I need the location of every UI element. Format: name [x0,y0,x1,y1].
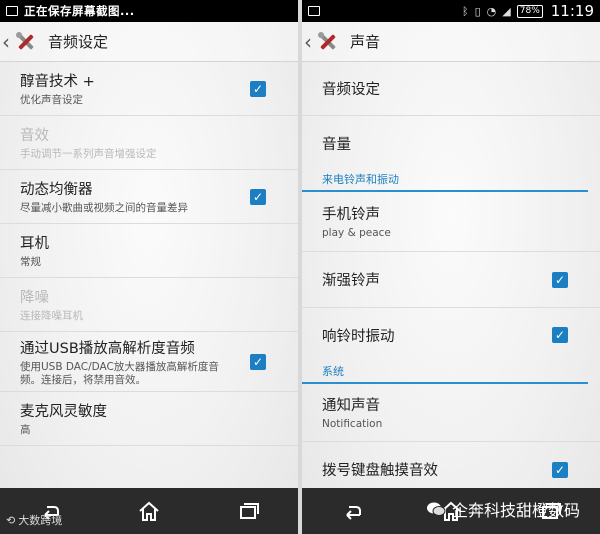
bluetooth-icon: ᛒ [462,4,469,18]
status-bar: 正在保存屏幕截图... [0,0,298,22]
screenshot-icon [6,6,18,16]
item-subtitle: 使用USB DAC/DAC放大器播放高解析度音频。连接后，将禁用音效。 [20,360,219,386]
back-icon [345,506,361,520]
settings-tools-icon[interactable] [14,30,38,54]
item-title: 动态均衡器 [20,182,93,198]
watermark-logo-icon: ⟲ [6,513,16,527]
item-subtitle: Notification [322,418,383,430]
left-screen: 正在保存屏幕截图... ‹ 音频设定 醇音技术 + 优化声音设定 ✓ 音效 手动… [0,0,298,534]
checkbox-checked[interactable]: ✓ [250,188,266,205]
list-item[interactable]: 通过USB播放高解析度音频 使用USB DAC/DAC放大器播放高解析度音频。连… [0,332,298,392]
checkbox-checked[interactable]: ✓ [250,353,266,370]
status-icons: ᛒ ▯ ◔ ◢ 78% 11:19 [462,2,594,20]
wechat-icon [426,502,446,516]
item-title: 耳机 [20,236,49,252]
clock: 11:19 [550,2,594,20]
up-chevron-icon[interactable]: ‹ [304,30,316,54]
list-item[interactable]: 响铃时振动 ✓ [302,308,600,362]
list-item[interactable]: 通知声音 Notification [302,384,600,442]
watermark-text: 大数跨境 [18,514,63,527]
checkbox-checked[interactable]: ✓ [552,271,568,288]
section-header: 系统 [302,362,588,384]
checkbox-checked[interactable]: ✓ [552,327,568,343]
item-title: 手机铃声 [322,207,380,223]
item-subtitle: 高 [20,424,31,436]
list-item[interactable]: 醇音技术 + 优化声音设定 ✓ [0,62,298,116]
screenshot-icon [308,6,320,16]
item-title: 通过USB播放高解析度音频 [20,340,195,357]
item-subtitle: 连接降噪耳机 [20,310,83,322]
checkbox-checked[interactable]: ✓ [250,80,266,97]
item-title: 响铃时振动 [322,328,395,345]
item-subtitle: 尽量减小歌曲或视频之间的音量差异 [20,202,188,214]
item-title: 拨号键盘触摸音效 [322,463,438,479]
list-item[interactable]: 麦克风灵敏度 高 [0,392,298,446]
wifi-icon: ◔ [486,4,497,18]
recent-apps-icon [240,503,260,519]
status-bar: ᛒ ▯ ◔ ◢ 78% 11:19 [302,0,600,22]
settings-list: 音频设定 音量 来电铃声和振动 手机铃声 play & peace 渐强铃声 ✓… [302,62,600,498]
item-title: 音效 [20,128,49,144]
checkbox-checked[interactable]: ✓ [552,461,568,478]
up-chevron-icon[interactable]: ‹ [2,30,14,54]
right-screen: ᛒ ▯ ◔ ◢ 78% 11:19 ‹ 声音 音频设定 音量 来电铃声和振动 手… [302,0,600,534]
list-item[interactable]: 音量 [302,116,600,170]
signal-icon: ◢ [502,4,511,18]
list-item: 降噪 连接降噪耳机 [0,278,298,332]
back-button[interactable] [332,496,372,526]
list-item[interactable]: 音频设定 [302,62,600,116]
item-title: 音量 [322,136,351,153]
list-item[interactable]: 动态均衡器 尽量减小歌曲或视频之间的音量差异 ✓ [0,170,298,224]
item-subtitle: 常规 [20,256,41,268]
item-subtitle: play & peace [322,227,391,239]
list-item: 音效 手动调节一系列声音增强设定 [0,116,298,170]
item-title: 麦克风灵敏度 [20,404,107,420]
item-title: 音频设定 [322,82,380,98]
item-title: 渐强铃声 [322,273,380,289]
action-bar: ‹ 声音 [302,22,600,62]
list-item[interactable]: 耳机 常规 [0,224,298,278]
item-title: 降噪 [20,290,49,306]
section-header: 来电铃声和振动 [302,170,588,192]
recent-apps-button[interactable] [228,496,268,526]
list-item[interactable]: 手机铃声 play & peace [302,192,600,252]
watermark-left: ⟲ 大数跨境 [6,512,62,528]
battery-indicator: 78% [516,4,543,18]
list-item[interactable]: 渐强铃声 ✓ [302,252,600,308]
home-button[interactable] [129,496,169,526]
page-title: 声音 [350,33,381,51]
page-title: 音频设定 [48,33,109,51]
settings-list: 醇音技术 + 优化声音设定 ✓ 音效 手动调节一系列声音增强设定 动态均衡器 尽… [0,62,298,446]
action-bar: ‹ 音频设定 [0,22,298,62]
home-icon [139,501,159,521]
item-title: 通知声音 [322,398,380,414]
item-subtitle: 手动调节一系列声音增强设定 [20,148,157,160]
status-text: 正在保存屏幕截图... [24,4,135,18]
watermark-right: 企奔科技甜橙数码 [426,497,580,521]
item-subtitle: 优化声音设定 [20,94,83,106]
settings-tools-icon[interactable] [316,30,340,54]
item-title: 醇音技术 + [20,74,95,90]
vibrate-icon: ▯ [474,4,481,18]
watermark-text: 企奔科技甜橙数码 [451,501,580,520]
